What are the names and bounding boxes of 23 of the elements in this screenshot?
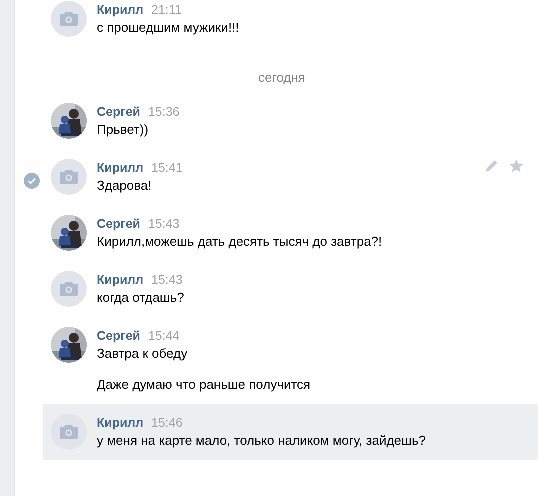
author-name[interactable]: Сергей — [97, 215, 140, 233]
message-text: с прошедшим мужики!!! — [97, 19, 240, 37]
camera-icon — [59, 281, 79, 297]
message-text: Здарова! — [97, 177, 153, 195]
author-name[interactable]: Кирилл — [97, 159, 144, 177]
message-text: у меня на карте мало, только наликом могу, зайдешь? — [97, 432, 426, 450]
message-text: когда отдашь? — [97, 289, 184, 307]
author-name[interactable]: Кирилл — [97, 271, 144, 289]
message-text: Кирилл,можешь дать десять тысяч до завтра?! — [97, 233, 382, 251]
message-text: Прьвет)) — [97, 121, 150, 139]
message-text: Завтра к обеду — [97, 345, 189, 363]
author-name[interactable]: Кирилл — [97, 1, 144, 19]
check-icon[interactable] — [24, 172, 40, 189]
author-name[interactable]: Сергей — [97, 103, 140, 121]
camera-icon — [59, 424, 79, 440]
camera-icon — [59, 11, 79, 27]
author-name[interactable]: Кирилл — [97, 414, 144, 432]
message-text: Даже думаю что раньше получится — [97, 376, 311, 394]
author-name[interactable]: Сергей — [97, 327, 140, 345]
camera-icon — [59, 169, 79, 185]
star-icon[interactable] — [509, 159, 524, 173]
date-divider: сегодня — [258, 70, 306, 85]
pencil-icon[interactable] — [485, 159, 499, 173]
